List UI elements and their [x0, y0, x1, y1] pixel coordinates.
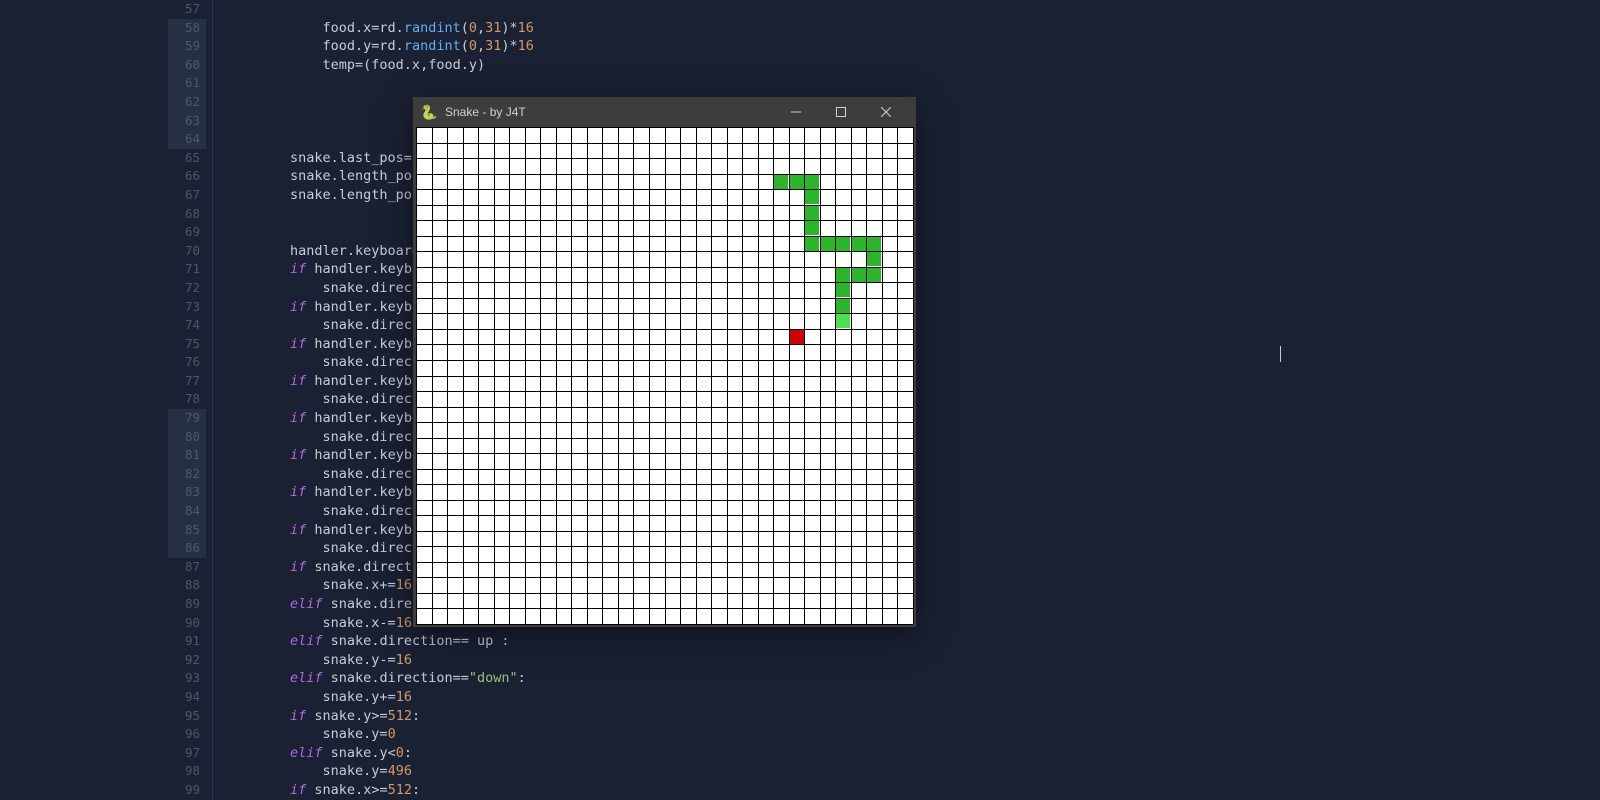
line-number: 58 [0, 19, 200, 38]
code-line[interactable]: snake.y=0 [225, 725, 1600, 744]
line-number: 68 [0, 205, 200, 224]
line-number: 79 [0, 409, 200, 428]
snake-segment [836, 237, 850, 251]
code-line[interactable] [225, 0, 1600, 19]
code-line[interactable]: if snake.x>=512: [225, 781, 1600, 800]
snake-head [836, 314, 850, 328]
line-number: 89 [0, 595, 200, 614]
line-number: 63 [0, 112, 200, 131]
snake-segment [867, 237, 881, 251]
line-number: 81 [0, 446, 200, 465]
line-number: 82 [0, 465, 200, 484]
line-number: 70 [0, 242, 200, 261]
line-number: 90 [0, 614, 200, 633]
snake-segment [852, 237, 866, 251]
line-number: 87 [0, 558, 200, 577]
line-number: 98 [0, 762, 200, 781]
line-number: 80 [0, 428, 200, 447]
snake-segment [836, 283, 850, 297]
line-number: 77 [0, 372, 200, 391]
code-line[interactable]: elif snake.direction=="down": [225, 669, 1600, 688]
text-cursor [1280, 346, 1281, 362]
line-number: 88 [0, 576, 200, 595]
line-number: 95 [0, 707, 200, 726]
line-number: 71 [0, 260, 200, 279]
snake-game-window: 🐍 Snake - by J4T [413, 97, 916, 627]
line-number: 85 [0, 521, 200, 540]
line-number: 96 [0, 725, 200, 744]
line-number: 92 [0, 651, 200, 670]
line-number: 84 [0, 502, 200, 521]
snake-segment [836, 299, 850, 313]
window-titlebar[interactable]: 🐍 Snake - by J4T [413, 97, 916, 127]
code-line[interactable]: food.x=rd.randint(0,31)*16 [225, 19, 1600, 38]
code-line[interactable]: temp=(food.x,food.y) [225, 56, 1600, 75]
line-number: 67 [0, 186, 200, 205]
code-line[interactable]: if snake.y>=512: [225, 707, 1600, 726]
snake-segment [805, 190, 819, 204]
line-number: 99 [0, 781, 200, 800]
line-number: 69 [0, 223, 200, 242]
maximize-button[interactable] [818, 97, 863, 127]
snake-segment [790, 175, 804, 189]
line-number: 86 [0, 539, 200, 558]
line-number: 57 [0, 0, 200, 19]
game-canvas[interactable] [416, 127, 913, 624]
python-app-icon: 🐍 [421, 104, 437, 120]
line-number: 91 [0, 632, 200, 651]
line-number: 74 [0, 316, 200, 335]
close-button[interactable] [863, 97, 908, 127]
window-title: Snake - by J4T [445, 105, 773, 119]
snake-segment [805, 221, 819, 235]
code-line[interactable]: elif snake.direction== up : [225, 632, 1600, 651]
code-line[interactable]: snake.y-=16 [225, 651, 1600, 670]
line-number: 93 [0, 669, 200, 688]
line-number: 62 [0, 93, 200, 112]
line-number: 76 [0, 353, 200, 372]
snake-segment [821, 237, 835, 251]
line-number: 64 [0, 130, 200, 149]
line-number: 61 [0, 74, 200, 93]
line-number-gutter: 5758596061626364656667686970717273747576… [0, 0, 213, 800]
line-number: 60 [0, 56, 200, 75]
food [790, 330, 804, 344]
snake-segment [805, 237, 819, 251]
snake-segment [852, 268, 866, 282]
line-number: 94 [0, 688, 200, 707]
snake-segment [867, 268, 881, 282]
line-number: 59 [0, 37, 200, 56]
code-line[interactable] [225, 74, 1600, 93]
line-number: 97 [0, 744, 200, 763]
line-number: 73 [0, 298, 200, 317]
line-number: 75 [0, 335, 200, 354]
code-line[interactable]: snake.y+=16 [225, 688, 1600, 707]
snake-segment [836, 268, 850, 282]
minimize-button[interactable] [773, 97, 818, 127]
snake-segment [805, 175, 819, 189]
line-number: 66 [0, 167, 200, 186]
snake-segment [867, 252, 881, 266]
snake-segment [774, 175, 788, 189]
line-number: 65 [0, 149, 200, 168]
code-line[interactable]: food.y=rd.randint(0,31)*16 [225, 37, 1600, 56]
code-line[interactable]: elif snake.y<0: [225, 744, 1600, 763]
code-line[interactable]: snake.y=496 [225, 762, 1600, 781]
line-number: 72 [0, 279, 200, 298]
line-number: 78 [0, 390, 200, 409]
snake-segment [805, 206, 819, 220]
line-number: 83 [0, 483, 200, 502]
